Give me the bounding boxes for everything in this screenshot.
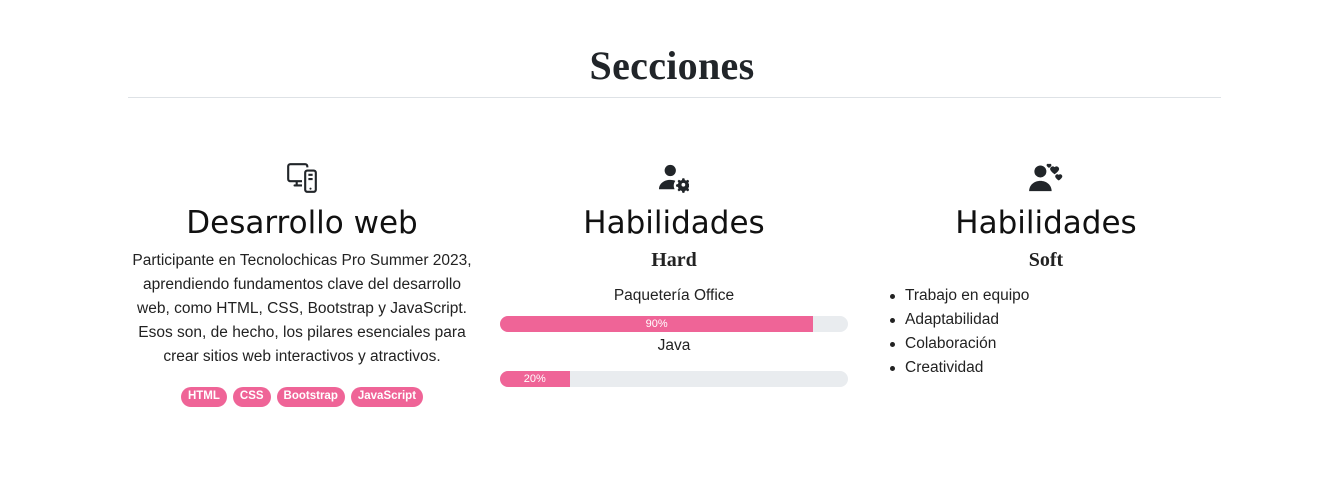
page: Secciones Desarrollo web Participante en… (0, 0, 1344, 492)
devices-icon (128, 160, 476, 196)
person-hearts-icon (872, 160, 1220, 196)
technology-badges: HTML CSS Bootstrap JavaScript (128, 387, 476, 407)
list-item: Trabajo en equipo (890, 284, 1220, 308)
hard-skills-card: Habilidades Hard Paquetería Office 90% J… (500, 160, 848, 387)
divider (128, 97, 1221, 98)
list-item: Colaboración (890, 332, 1220, 356)
skill-label-java: Java (657, 337, 691, 354)
list-item: Adaptabilidad (890, 308, 1220, 332)
progress-java: 20% (500, 371, 848, 387)
card-subtitle: Hard (651, 249, 697, 271)
skill-label-office: Paquetería Office (613, 287, 735, 304)
progress-bar-office: 90% (500, 316, 814, 332)
card-description: Participante en Tecnolochicas Pro Summer… (132, 252, 472, 365)
progress-bar-java: 20% (500, 371, 570, 387)
badge-bootstrap: Bootstrap (276, 387, 345, 407)
card-title: Habilidades (583, 205, 765, 241)
soft-skills-card: Habilidades Soft Trabajo en equipo Adapt… (872, 160, 1220, 380)
card-title: Habilidades (955, 205, 1137, 241)
badge-css: CSS (232, 387, 271, 407)
soft-skills-list: Trabajo en equipo Adaptabilidad Colabora… (872, 284, 1220, 380)
card-title: Desarrollo web (186, 205, 418, 241)
web-development-card: Desarrollo web Participante en Tecnoloch… (128, 160, 476, 407)
badge-javascript: JavaScript (350, 387, 424, 407)
badge-html: HTML (180, 387, 227, 407)
page-title: Secciones (589, 43, 755, 88)
card-subtitle: Soft (1028, 249, 1064, 271)
person-gear-icon (500, 160, 848, 196)
list-item: Creatividad (890, 356, 1220, 380)
progress-office: 90% (500, 316, 848, 332)
